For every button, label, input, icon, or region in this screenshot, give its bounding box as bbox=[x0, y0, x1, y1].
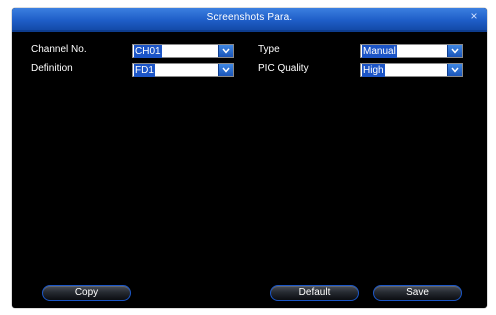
pic-quality-value: High bbox=[362, 64, 385, 77]
chevron-down-icon[interactable] bbox=[218, 45, 233, 57]
type-select[interactable]: Manual bbox=[360, 44, 463, 58]
channel-select[interactable]: CH01 bbox=[132, 44, 234, 58]
chevron-down-icon[interactable] bbox=[447, 64, 462, 76]
definition-select[interactable]: FD1 bbox=[132, 63, 234, 77]
pic-quality-select[interactable]: High bbox=[360, 63, 463, 77]
type-value: Manual bbox=[362, 45, 397, 58]
pic-quality-label: PIC Quality bbox=[258, 63, 309, 74]
default-button[interactable]: Default bbox=[270, 285, 359, 301]
copy-button[interactable]: Copy bbox=[42, 285, 131, 301]
definition-label: Definition bbox=[31, 63, 73, 74]
dialog-title: Screenshots Para. bbox=[206, 12, 293, 23]
title-bar: Screenshots Para. × bbox=[12, 8, 487, 32]
screenshots-dialog: Screenshots Para. × Channel No. CH01 Typ… bbox=[12, 8, 487, 308]
channel-label: Channel No. bbox=[31, 44, 87, 55]
save-button[interactable]: Save bbox=[373, 285, 462, 301]
chevron-down-icon[interactable] bbox=[218, 64, 233, 76]
definition-value: FD1 bbox=[134, 64, 155, 77]
close-icon[interactable]: × bbox=[467, 9, 481, 23]
type-label: Type bbox=[258, 44, 280, 55]
channel-value: CH01 bbox=[134, 45, 162, 58]
chevron-down-icon[interactable] bbox=[447, 45, 462, 57]
